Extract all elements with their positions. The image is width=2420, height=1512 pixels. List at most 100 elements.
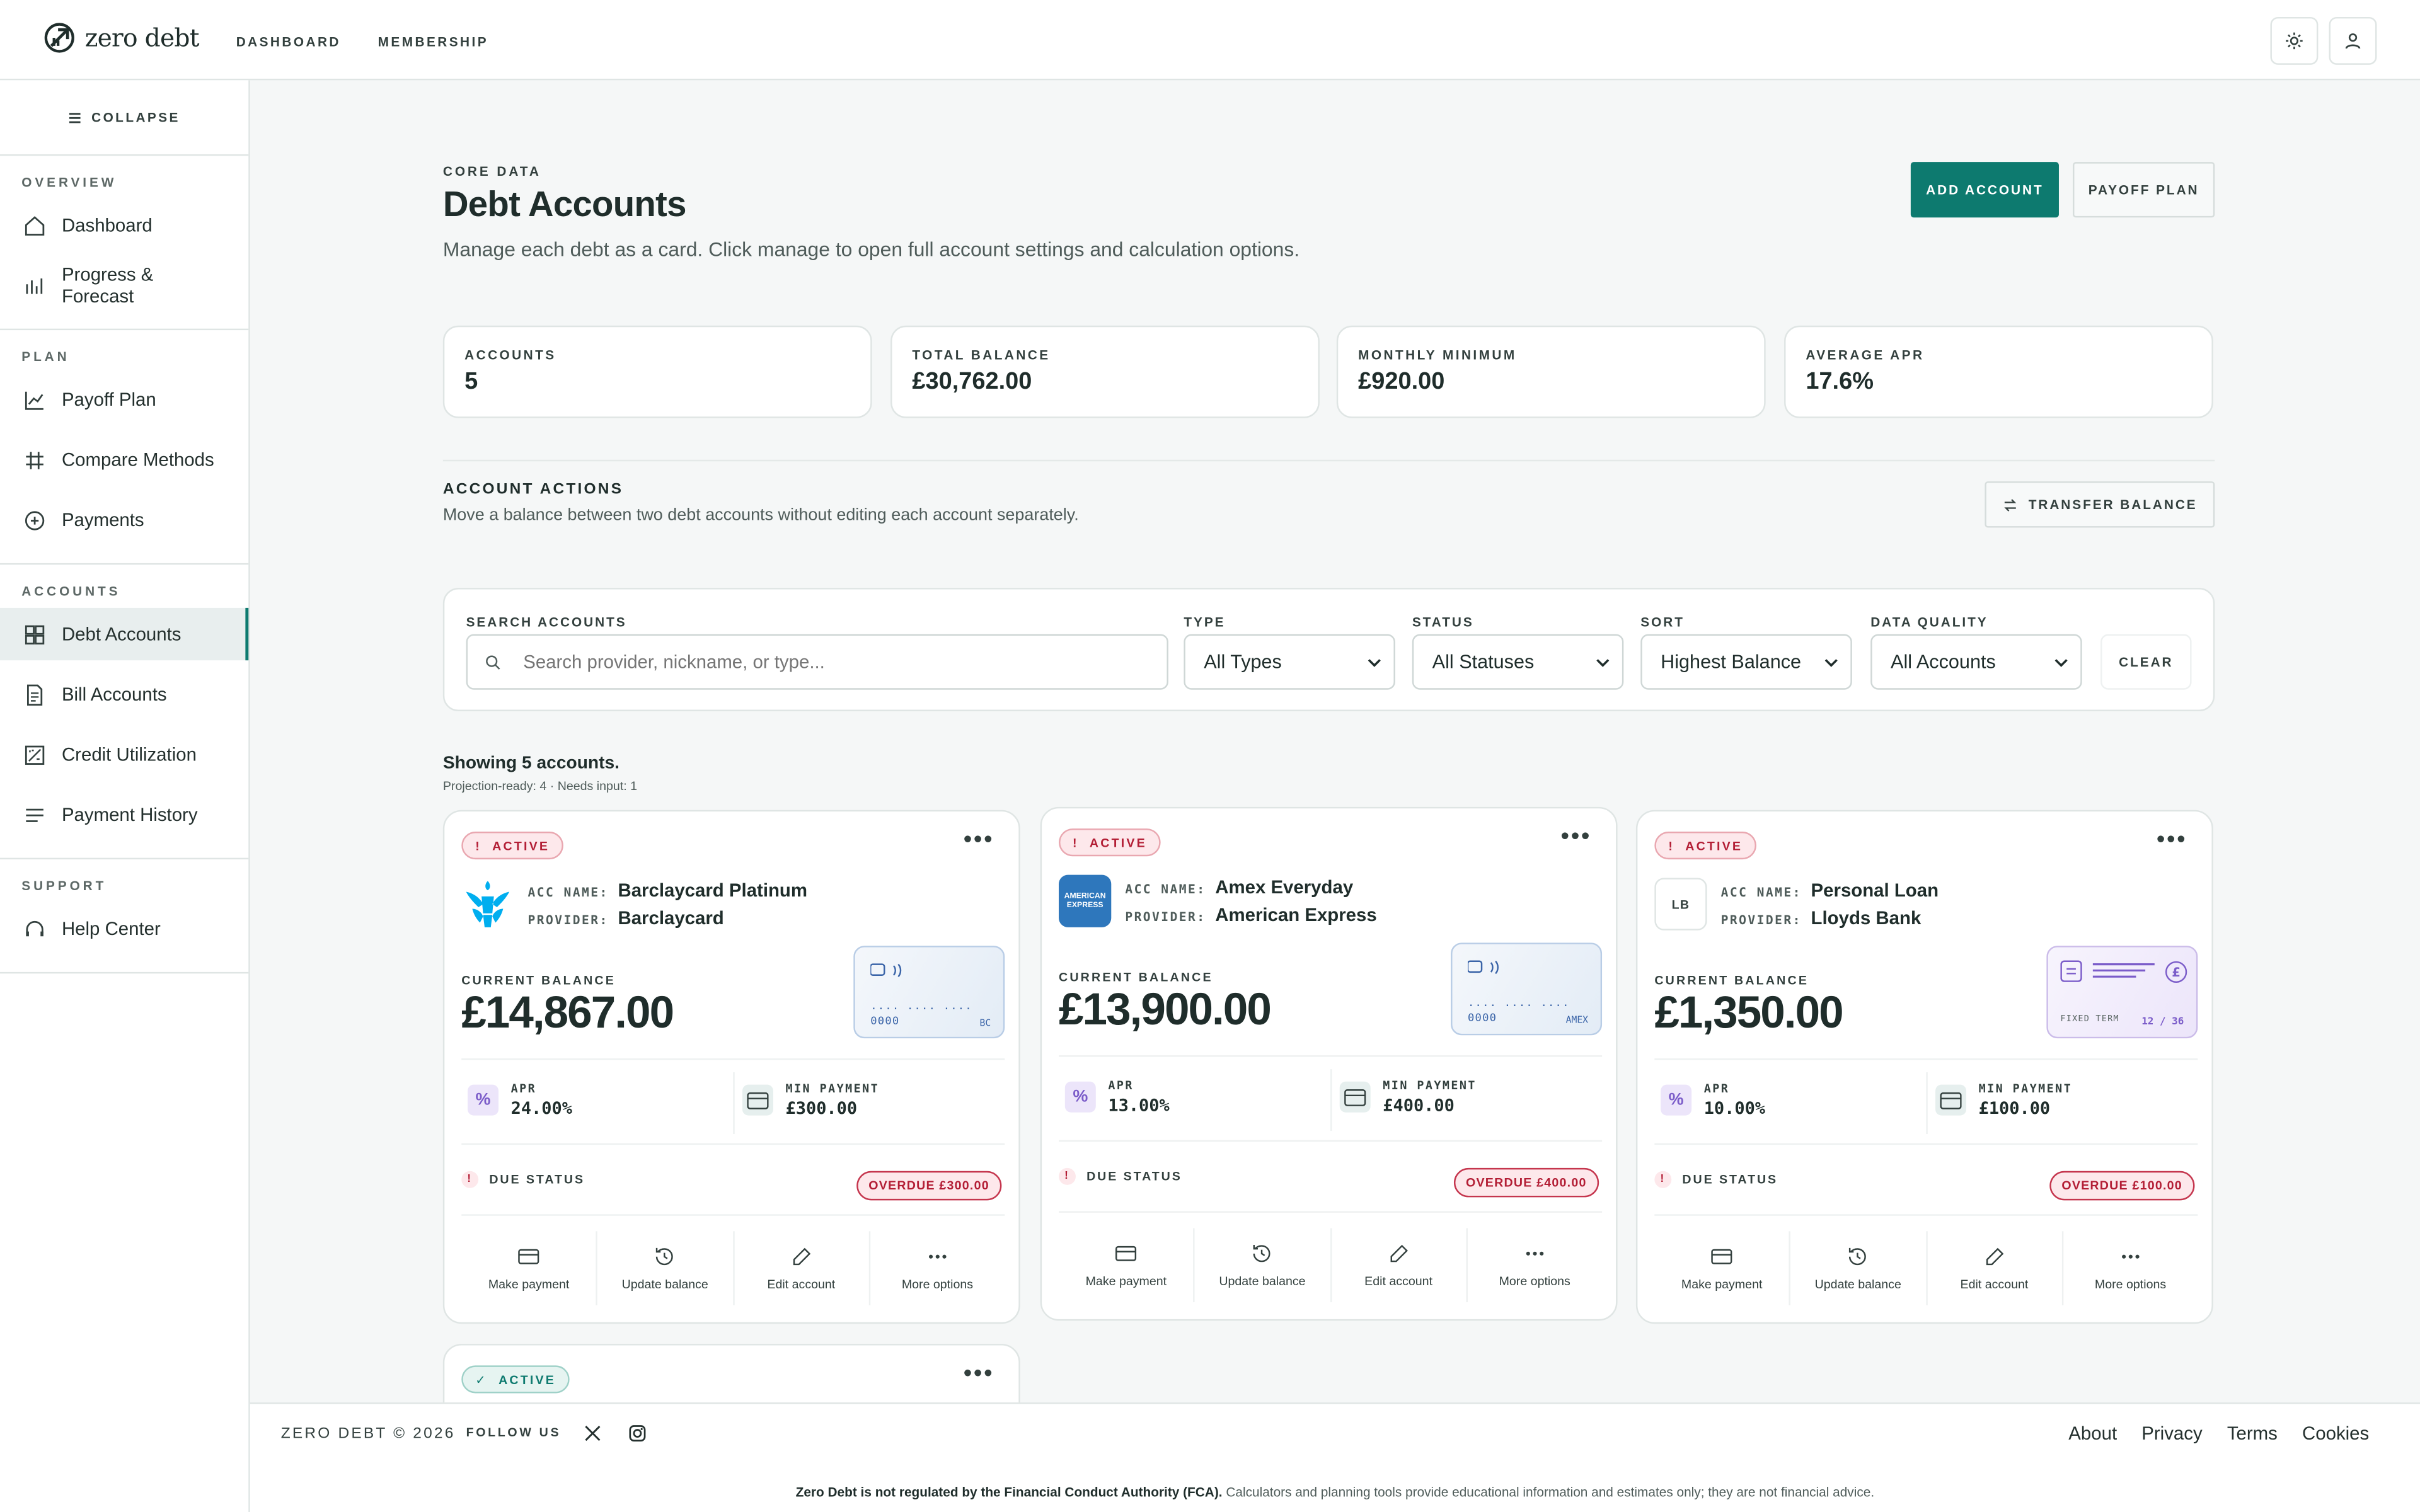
edit-account-button[interactable]: Edit account	[734, 1231, 870, 1305]
history-icon	[656, 1247, 674, 1266]
stat-divider	[1926, 1072, 1928, 1135]
status-badge: ! ACTIVE	[1654, 832, 1757, 860]
plus-circle-icon	[25, 510, 45, 530]
instagram-icon[interactable]	[628, 1424, 647, 1442]
edit-account-button[interactable]: Edit account	[1927, 1231, 2063, 1305]
status-badge: ! ACTIVE	[461, 832, 564, 860]
provider-logo: AMERICAN EXPRESS	[1059, 874, 1112, 927]
more-menu-button[interactable]: •••	[2157, 828, 2187, 852]
topnav-dashboard[interactable]: DASHBOARD	[236, 34, 341, 49]
type-select[interactable]: All Types	[1184, 634, 1395, 690]
stat-label: MONTHLY MINIMUM	[1358, 347, 1517, 363]
apr-label: APR	[510, 1081, 537, 1096]
data-quality-label: DATA QUALITY	[1870, 614, 1988, 630]
stat-total-balance: TOTAL BALANCE £30,762.00	[890, 325, 1320, 418]
apr-label: APR	[1108, 1078, 1134, 1092]
status-badge-label: ACTIVE	[1685, 839, 1743, 853]
card-stats: % APR 13.00% MIN PAYMENT £400.00	[1059, 1055, 1603, 1142]
sidebar-item-help-center[interactable]: Help Center	[0, 903, 248, 955]
card-actions: Make payment Update balance Edit account…	[1654, 1231, 2198, 1305]
current-balance-value: £13,900.00	[1059, 985, 1272, 1036]
due-status: ! DUE STATUS	[1654, 1171, 1778, 1188]
card-stats: % APR 10.00% MIN PAYMENT £100.00	[1654, 1058, 2198, 1145]
stat-label: AVERAGE APR	[1806, 347, 1925, 363]
payoff-plan-button[interactable]: PAYOFF PLAN	[2073, 162, 2215, 218]
search-box[interactable]	[466, 634, 1168, 690]
edit-account-label: Edit account	[767, 1277, 836, 1292]
footer-link-cookies[interactable]: Cookies	[2302, 1423, 2369, 1444]
due-status: ! DUE STATUS	[461, 1171, 585, 1188]
min-payment-stat: MIN PAYMENT £400.00	[1339, 1079, 1477, 1116]
search-input[interactable]	[523, 651, 1110, 673]
sidebar-item-payments[interactable]: Payments	[0, 494, 248, 546]
brand-logo[interactable]: zero debt	[43, 21, 200, 54]
topnav-membership[interactable]: MEMBERSHIP	[378, 34, 488, 49]
make-payment-button[interactable]: Make payment	[1059, 1228, 1196, 1302]
line-chart-icon	[25, 391, 43, 410]
clear-filters-button[interactable]: CLEAR	[2100, 634, 2192, 690]
due-status-label: DUE STATUS	[1086, 1169, 1182, 1184]
collapse-button[interactable]: COLLAPSE	[0, 80, 249, 156]
filter-panel: SEARCH ACCOUNTS TYPE All Types STATUS Al…	[442, 588, 2215, 711]
edit-account-button[interactable]: Edit account	[1331, 1228, 1468, 1302]
status-badge: ✓ ACTIVE	[461, 1365, 570, 1394]
footer-link-terms[interactable]: Terms	[2227, 1423, 2278, 1444]
provider-name: Lloyds Bank	[1811, 907, 1922, 929]
data-quality-select[interactable]: All Accounts	[1870, 634, 2082, 690]
more-options-button[interactable]: More options	[1467, 1228, 1602, 1302]
update-balance-button[interactable]: Update balance	[597, 1231, 734, 1305]
sidebar-item-bill-accounts[interactable]: Bill Accounts	[0, 668, 248, 720]
more-options-button[interactable]: More options	[2063, 1231, 2198, 1305]
status-select[interactable]: All Statuses	[1412, 634, 1624, 690]
more-menu-button[interactable]: •••	[964, 1361, 994, 1386]
sidebar-item-label: Help Center	[61, 918, 161, 940]
app-root: zero debt DASHBOARD MEMBERSHIP COLLAPSE …	[0, 0, 2420, 1512]
update-balance-label: Update balance	[1219, 1274, 1306, 1288]
add-account-button[interactable]: ADD ACCOUNT	[1910, 162, 2059, 218]
status-badge-label: ACTIVE	[498, 1372, 556, 1387]
card-stats: % APR 24.00% MIN PAYMENT £300.00	[461, 1058, 1005, 1145]
sidebar-item-debt-accounts[interactable]: Debt Accounts	[0, 607, 249, 661]
sidebar-item-progress-forecast[interactable]: Progress & Forecast	[0, 259, 248, 311]
disclaimer-text: Calculators and planning tools provide e…	[1226, 1484, 1875, 1500]
history-icon	[1849, 1247, 1867, 1266]
more-options-label: More options	[901, 1277, 974, 1292]
status-label: STATUS	[1412, 614, 1474, 630]
sidebar-item-compare-methods[interactable]: Compare Methods	[0, 433, 248, 486]
make-payment-button[interactable]: Make payment	[1654, 1231, 1791, 1305]
sidebar-item-label: Compare Methods	[61, 449, 214, 471]
sun-icon	[2286, 32, 2303, 50]
theme-toggle-button[interactable]	[2270, 16, 2319, 65]
debt-card[interactable]: ! ACTIVE ••• ACC NAME: Barclaycard Platinu…	[442, 810, 1020, 1324]
sidebar-item-credit-utilization[interactable]: Credit Utilization	[0, 728, 248, 781]
stat-value: £920.00	[1358, 369, 1445, 395]
apr-stat: % APR 10.00%	[1661, 1082, 1765, 1119]
more-menu-button[interactable]: •••	[1560, 825, 1591, 849]
sort-select[interactable]: Highest Balance	[1640, 634, 1852, 690]
transfer-balance-button[interactable]: TRANSFER BALANCE	[1985, 481, 2215, 528]
profile-button[interactable]	[2329, 16, 2377, 65]
history-icon	[1253, 1245, 1271, 1263]
sidebar-item-payment-history[interactable]: Payment History	[0, 788, 248, 840]
x-social-icon[interactable]	[584, 1424, 602, 1442]
card-icon	[1711, 1249, 1732, 1264]
make-payment-button[interactable]: Make payment	[461, 1231, 598, 1305]
sidebar-item-payoff-plan[interactable]: Payoff Plan	[0, 374, 248, 426]
compare-icon	[26, 451, 43, 469]
ellipsis-icon	[928, 1254, 947, 1259]
debt-card[interactable]: ! ACTIVE ••• AMERICAN EXPRESS ACC NAME: Am…	[1040, 806, 1618, 1321]
debt-card[interactable]: ! ACTIVE ••• LB ACC NAME: Personal Loan PR…	[1635, 810, 2213, 1324]
account-info: ACC NAME: Barclaycard Platinum PROVIDER: B…	[528, 878, 807, 933]
update-balance-button[interactable]: Update balance	[1195, 1228, 1332, 1302]
headset-icon	[26, 920, 43, 936]
sidebar-item-dashboard[interactable]: Dashboard	[0, 199, 248, 251]
more-menu-button[interactable]: •••	[964, 828, 994, 852]
footer-link-about[interactable]: About	[2068, 1423, 2117, 1444]
chip-icon	[1467, 960, 1499, 975]
provider-key: PROVIDER:	[1720, 913, 1802, 927]
stat-label: ACCOUNTS	[464, 347, 556, 363]
update-balance-button[interactable]: Update balance	[1790, 1231, 1927, 1305]
more-options-button[interactable]: More options	[870, 1231, 1005, 1305]
footer-link-privacy[interactable]: Privacy	[2141, 1423, 2202, 1444]
chip-icon	[870, 963, 902, 978]
